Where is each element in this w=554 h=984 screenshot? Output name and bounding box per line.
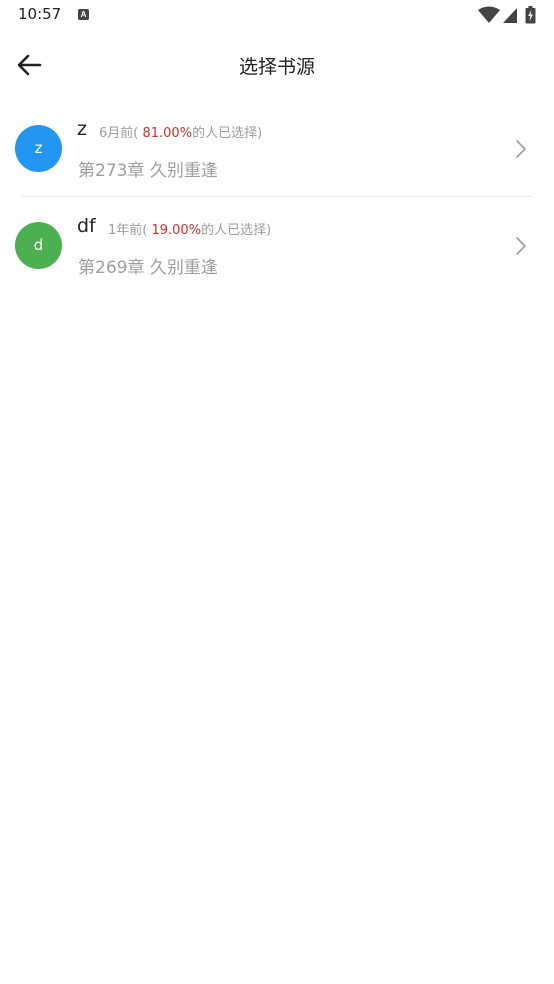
battery-charging-icon <box>525 6 536 24</box>
source-row[interactable]: z z 6月前( 81.00%的人已选择) 第273章 久别重逢 <box>0 100 554 197</box>
time-ago: 1年前 <box>108 223 143 238</box>
source-meta: 6月前( 81.00%的人已选择) <box>99 122 262 141</box>
source-list: z z 6月前( 81.00%的人已选择) 第273章 久别重逢 d df 1年… <box>0 100 554 294</box>
source-name: df <box>77 215 96 237</box>
selection-percent: 81.00% <box>138 126 193 141</box>
cellular-signal-icon <box>503 8 517 23</box>
notification-icon: A <box>78 9 89 20</box>
avatar: d <box>15 222 62 269</box>
wifi-icon <box>478 6 500 23</box>
source-name: z <box>77 118 87 140</box>
page-title: 选择书源 <box>238 56 315 78</box>
selection-percent: 19.00% <box>147 223 202 238</box>
latest-chapter: 第273章 久别重逢 <box>78 161 218 181</box>
selection-suffix: 的人已选择) <box>192 126 263 141</box>
app-bar: 选择书源 <box>0 30 554 100</box>
chevron-right-icon <box>516 140 526 158</box>
source-meta: 1年前( 19.00%的人已选择) <box>108 219 271 238</box>
chevron-right-icon <box>516 237 526 255</box>
source-row[interactable]: d df 1年前( 19.00%的人已选择) 第269章 久别重逢 <box>0 197 554 294</box>
time-ago: 6月前 <box>99 126 134 141</box>
latest-chapter: 第269章 久别重逢 <box>78 258 218 278</box>
avatar: z <box>15 125 62 172</box>
status-time: 10:57 <box>18 5 62 23</box>
status-bar: 10:57 A <box>0 0 554 30</box>
selection-suffix: 的人已选择) <box>201 223 272 238</box>
